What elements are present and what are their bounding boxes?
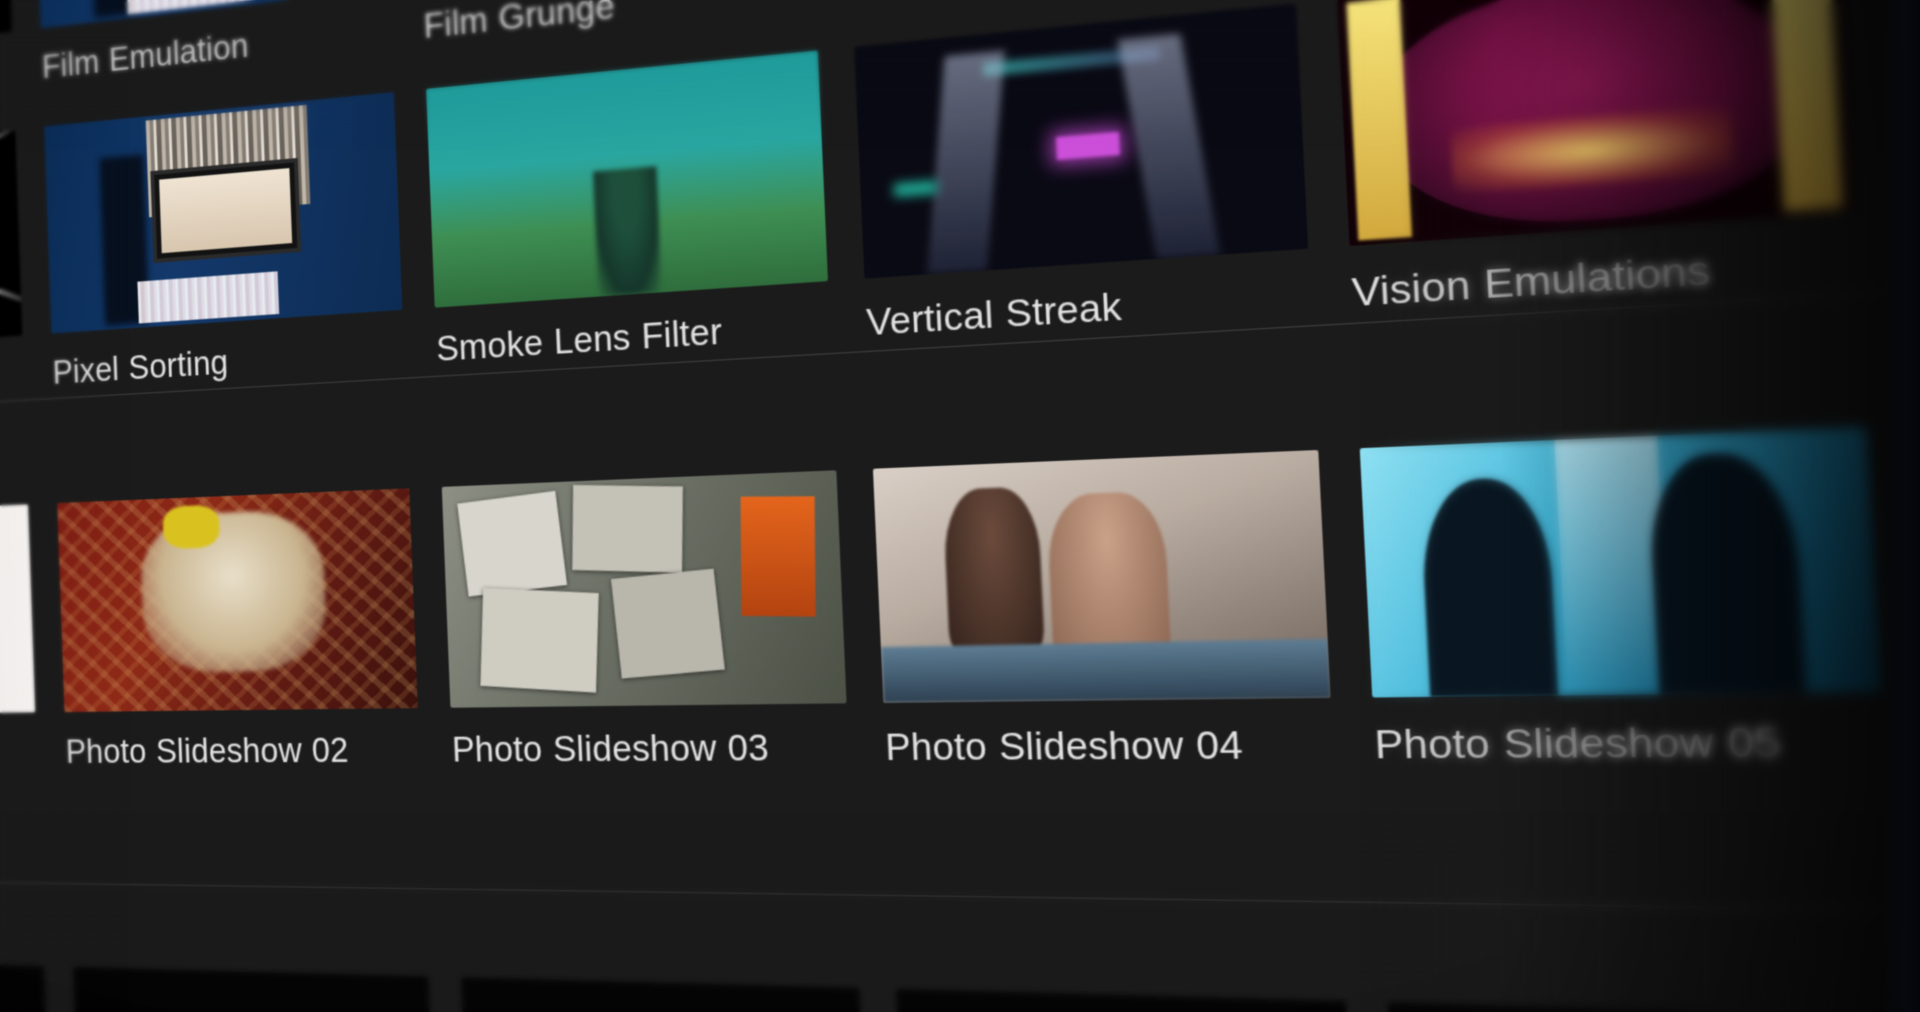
typography-thumbnail[interactable] xyxy=(461,977,869,1012)
photograph-of-screen: fusion Film Emulation xyxy=(0,0,1920,1012)
effect-tile[interactable]: Smoke Lens Filter xyxy=(426,47,867,371)
typography-tile[interactable] xyxy=(461,977,907,1012)
effect-tile[interactable]: Vision Emulations xyxy=(1337,0,1906,318)
photo-slideshows-row: oto Slideshow Photo Slideshow 02 xyxy=(0,425,1920,774)
effect-tile-label: Vertical Streak xyxy=(865,271,1304,346)
typography-thumbnail[interactable] xyxy=(73,967,437,1012)
effect-thumbnail[interactable] xyxy=(426,50,828,307)
effect-tile-label: Vision Emulations xyxy=(1351,235,1850,317)
effect-thumbnail[interactable] xyxy=(34,0,390,28)
effect-tile-label: ffscreen Scrawls xyxy=(0,354,19,414)
effect-tile-label: Smoke Lens Filter xyxy=(435,302,824,371)
slideshow-thumbnail[interactable] xyxy=(442,470,847,707)
effect-thumbnail[interactable] xyxy=(854,3,1308,278)
slideshow-thumbnail[interactable] xyxy=(0,504,35,716)
effect-tile[interactable]: fusion xyxy=(0,0,43,124)
section-divider-typography xyxy=(0,878,1920,919)
effect-thumbnail[interactable] xyxy=(44,92,402,333)
typography-thumbnail[interactable]: CONTROL xyxy=(1388,1002,1915,1012)
typography-tile[interactable] xyxy=(896,989,1400,1012)
slideshow-tile[interactable]: Photo Slideshow 02 xyxy=(57,487,453,773)
effect-thumbnail[interactable] xyxy=(1337,0,1854,246)
effect-tile-label: Pixel Sorting xyxy=(52,329,399,393)
effect-tile[interactable]: Film Grunge xyxy=(413,0,852,48)
typography-thumbnail[interactable] xyxy=(896,989,1358,1012)
perspective-stage: fusion Film Emulation xyxy=(0,0,1920,1012)
slideshow-tile[interactable]: oto Slideshow xyxy=(0,503,67,773)
typography-tile[interactable] xyxy=(0,958,81,1012)
slideshow-thumbnail[interactable] xyxy=(873,450,1331,703)
slideshow-tile[interactable]: Photo Slideshow 03 xyxy=(442,469,887,772)
effect-thumbnail[interactable] xyxy=(0,129,22,356)
slideshow-tile-label: Photo Slideshow 05 xyxy=(1373,715,1876,770)
slideshow-tile-label: Photo Slideshow 03 xyxy=(451,724,843,772)
slideshow-tile[interactable]: Photo Slideshow 04 xyxy=(873,448,1376,771)
slideshow-tile-label: Photo Slideshow 02 xyxy=(65,727,414,772)
effects-browser-screen: fusion Film Emulation xyxy=(0,0,1920,1012)
typography-tile[interactable] xyxy=(73,967,470,1012)
slideshow-tile[interactable]: Photo Slideshow 05 xyxy=(1360,425,1920,770)
effect-tile-label: Film Grunge xyxy=(423,0,809,48)
effect-tile[interactable]: Pixel Sorting xyxy=(44,89,437,394)
typography-row: CONTROL xyxy=(0,958,1920,1012)
typography-tile[interactable]: CONTROL xyxy=(1388,1002,1920,1012)
effect-tile[interactable]: Vertical Streak xyxy=(854,0,1353,346)
slideshow-thumbnail[interactable] xyxy=(57,488,418,712)
slideshow-tile-label: Photo Slideshow 04 xyxy=(884,720,1326,771)
slideshow-tile-label: oto Slideshow xyxy=(0,731,32,774)
typography-thumbnail[interactable] xyxy=(0,958,51,1012)
effect-tile-label: fusion xyxy=(0,50,8,124)
effect-tile[interactable]: Fisheye xyxy=(839,0,1335,4)
effect-tile[interactable]: Film Emulation xyxy=(34,0,425,88)
effect-tile-label: Fisheye xyxy=(850,0,1286,4)
slideshow-thumbnail[interactable] xyxy=(1360,427,1882,698)
